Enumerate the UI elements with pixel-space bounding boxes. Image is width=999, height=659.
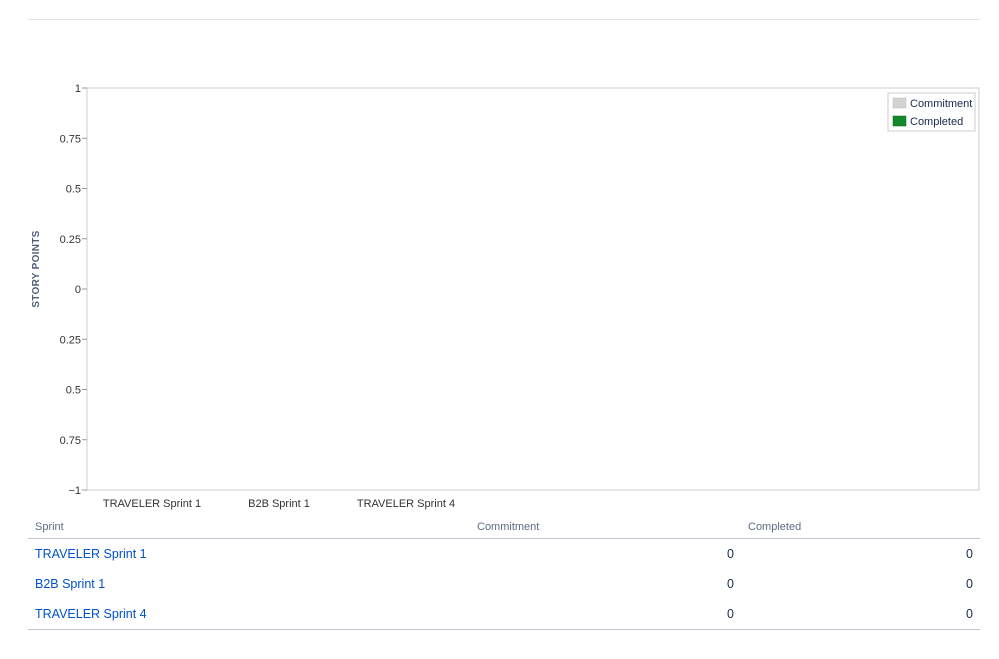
- sprint-cell: TRAVELER Sprint 1: [28, 539, 470, 570]
- sprint-link[interactable]: B2B Sprint 1: [35, 577, 105, 591]
- chart-svg: 1 0.75 0.5 0.25 0 0.25 0.5 0.75 −1 TRAVELER Spri…: [31, 83, 980, 510]
- legend[interactable]: Commitment Completed: [887, 92, 976, 132]
- sprint-link[interactable]: TRAVELER Sprint 4: [35, 607, 147, 621]
- completed-cell: 0: [966, 547, 973, 561]
- legend-swatch-completed: [892, 115, 907, 127]
- commitment-cell: 0: [727, 547, 734, 561]
- y-axis: 1 0.75 0.5 0.25 0 0.25 0.5 0.75 −1: [60, 83, 87, 497]
- header-commitment: Commitment: [470, 516, 741, 539]
- velocity-chart: 1 0.75 0.5 0.25 0 0.25 0.5 0.75 −1 TRAVELER Spri…: [0, 0, 999, 515]
- header-completed: Completed: [741, 516, 980, 539]
- header-sprint: Sprint: [28, 516, 470, 539]
- sprint-table: Sprint Commitment Completed TRAVELER Spr…: [28, 516, 980, 630]
- legend-label-commitment: Commitment: [910, 98, 972, 110]
- table-row: B2B Sprint 1 0 0: [28, 569, 980, 599]
- completed-cell: 0: [966, 577, 973, 591]
- sprint-link[interactable]: TRAVELER Sprint 1: [35, 547, 147, 561]
- y-tick-label: −1: [68, 485, 81, 497]
- table-row: TRAVELER Sprint 4 0 0: [28, 599, 980, 630]
- y-tick-label: 0.75: [60, 133, 81, 145]
- completed-cell: 0: [741, 599, 980, 630]
- table-header-row: Sprint Commitment Completed: [28, 516, 980, 539]
- x-tick-label: TRAVELER Sprint 4: [357, 498, 455, 510]
- y-tick-label: 0.75: [60, 435, 81, 447]
- y-tick-label: 0: [75, 284, 81, 296]
- legend-label-completed: Completed: [910, 116, 963, 128]
- commitment-cell: 0: [470, 599, 741, 630]
- plot-area: [86, 87, 980, 491]
- y-tick-label: 1: [75, 83, 81, 95]
- table-row: TRAVELER Sprint 1 0 0: [28, 539, 980, 570]
- y-axis-title: STORY POINTS: [31, 230, 42, 307]
- y-tick-label: 0.25: [60, 234, 81, 246]
- commitment-cell: 0: [727, 577, 734, 591]
- x-tick-label: B2B Sprint 1: [248, 498, 310, 510]
- legend-swatch-commitment: [892, 97, 907, 109]
- y-tick-label: 0.25: [60, 334, 81, 346]
- y-tick-label: 0.5: [66, 184, 81, 196]
- y-tick-label: 0.5: [66, 385, 81, 397]
- x-axis: TRAVELER Sprint 1 B2B Sprint 1 TRAVELER Sp…: [103, 498, 455, 510]
- x-tick-label: TRAVELER Sprint 1: [103, 498, 201, 510]
- sprint-cell: B2B Sprint 1: [28, 569, 470, 599]
- sprint-cell: TRAVELER Sprint 4: [28, 599, 470, 630]
